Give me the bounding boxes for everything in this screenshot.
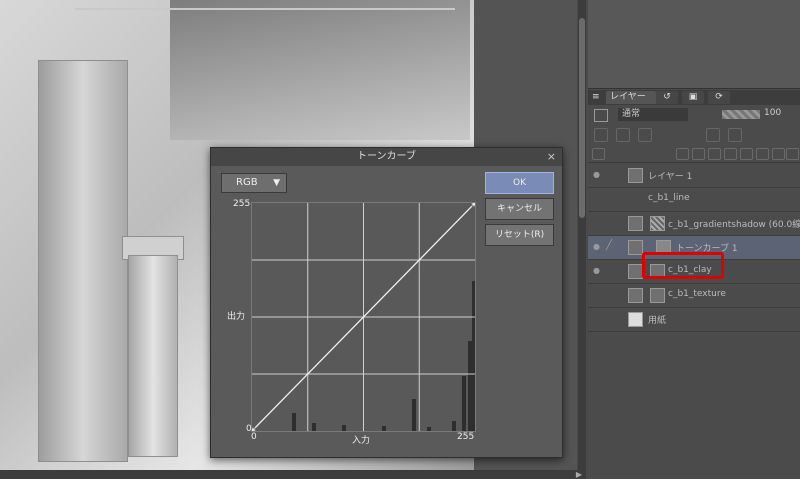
x-axis-label: 入力 [352,436,371,446]
reference-icon[interactable] [616,128,630,142]
scrollbar-thumb[interactable] [579,18,585,218]
gradient-thumbnail [650,216,665,231]
dialog-title[interactable]: トーンカーブ [211,148,562,166]
layer-name: c_b1_texture [668,289,726,299]
blend-row: 通常 100 [588,107,800,123]
artwork-pillar [38,60,128,462]
canvas-horizontal-scrollbar[interactable]: ▶ [0,470,586,479]
layer-name: レイヤー 1 [648,172,693,182]
menu-list-icon[interactable] [592,148,605,160]
tone-curve-layer-icon [628,240,643,255]
x-axis-max-label: 255 [457,432,475,442]
histogram-bar [468,341,472,431]
layer-thumbnail [628,264,643,279]
visibility-eye-icon[interactable]: ● [593,266,603,275]
layer-thumbnail [628,168,643,183]
channel-select-value: RGB [236,177,258,188]
layer-thumbnail [628,288,643,303]
navigator-panel [588,0,800,89]
histogram-bar [342,425,346,431]
channel-select[interactable]: RGB ▼ [221,173,287,193]
right-panel: ≡ レイヤー ↺ ▣ ⟳ 通常 100 ● レイヤー 1 c_b1_line c… [588,0,800,479]
mask-add-icon[interactable] [740,148,753,160]
merge-icon[interactable] [724,148,737,160]
chevron-down-icon: ▼ [273,178,280,188]
tab-layer-search[interactable]: ▣ [682,91,704,104]
layer-row[interactable]: c_b1_gradientshadow (60.0線) [588,212,800,236]
y-axis-max-label: 255 [233,199,251,209]
x-axis-min-label: 0 [251,432,257,442]
tab-layer-property[interactable]: ↺ [656,91,678,104]
visibility-eye-icon[interactable]: ● [593,170,603,179]
histogram-bar [382,426,386,431]
clear-icon[interactable] [772,148,785,160]
canvas-vertical-scrollbar[interactable] [578,0,586,470]
histogram-bar [452,421,456,431]
layer-name: c_b1_line [648,193,690,203]
layer-thumbnail [628,216,643,231]
histogram-bar [462,376,466,431]
visibility-eye-icon[interactable]: ● [593,242,603,251]
layer-toolbar [588,127,800,143]
tone-curve-plot[interactable] [252,203,475,431]
edit-pen-icon: ╱ [606,240,613,251]
artwork-ceiling [170,0,470,140]
ok-button[interactable]: OK [485,172,554,194]
tone-curve-graph[interactable] [251,202,476,432]
draft-icon[interactable] [638,128,652,142]
lock-icon[interactable] [706,128,720,142]
close-icon[interactable]: × [547,148,556,166]
layer-type-icon[interactable] [594,109,608,122]
layer-actions-toolbar [588,146,800,163]
new-folder-icon[interactable] [708,148,721,160]
blend-mode-select[interactable]: 通常 [618,108,688,121]
curve-control-point[interactable] [471,203,475,207]
histogram-bar [472,281,475,431]
layer-row[interactable]: c_b1_line [588,188,800,212]
copy-layer-icon[interactable] [756,148,769,160]
layer-row[interactable]: ● レイヤー 1 [588,164,800,188]
layer-name: 用紙 [648,316,667,326]
tone-curve-dialog: トーンカーブ × RGB ▼ 255 出力 0 0 入力 255 OK キャンセ… [210,147,563,458]
new-vector-layer-icon[interactable] [692,148,705,160]
mask-icon[interactable] [728,128,742,142]
scroll-right-arrow-icon[interactable]: ▶ [576,470,582,479]
layer-thumbnail [650,288,665,303]
histogram-bar [412,399,416,431]
histogram-bar [427,427,431,431]
curve-control-point[interactable] [252,427,256,431]
panel-tabbar: ≡ レイヤー ↺ ▣ ⟳ [588,90,800,105]
panel-menu-icon[interactable]: ≡ [592,91,602,104]
histogram-bar [312,423,316,431]
delete-layer-icon[interactable] [786,148,799,160]
highlight-box [642,252,724,279]
layer-row[interactable]: 用紙 [588,308,800,332]
histogram-bar [292,413,296,431]
layer-row[interactable]: c_b1_texture [588,284,800,308]
tab-layer[interactable]: レイヤー [606,91,656,104]
new-raster-layer-icon[interactable] [676,148,689,160]
opacity-slider[interactable] [722,110,760,119]
clip-icon[interactable] [594,128,608,142]
cancel-button[interactable]: キャンセル [485,198,554,220]
layer-list: ● レイヤー 1 c_b1_line c_b1_gradientshadow (… [588,164,800,332]
tab-history[interactable]: ⟳ [708,91,730,104]
opacity-value[interactable]: 100 [764,108,781,118]
reset-button[interactable]: リセット(R) [485,224,554,246]
artwork-column [128,255,178,457]
layer-name: c_b1_gradientshadow (60.0線) [668,220,800,230]
canvas-frame-line [75,8,455,10]
paper-thumbnail [628,312,643,327]
y-axis-label: 出力 [227,312,246,322]
